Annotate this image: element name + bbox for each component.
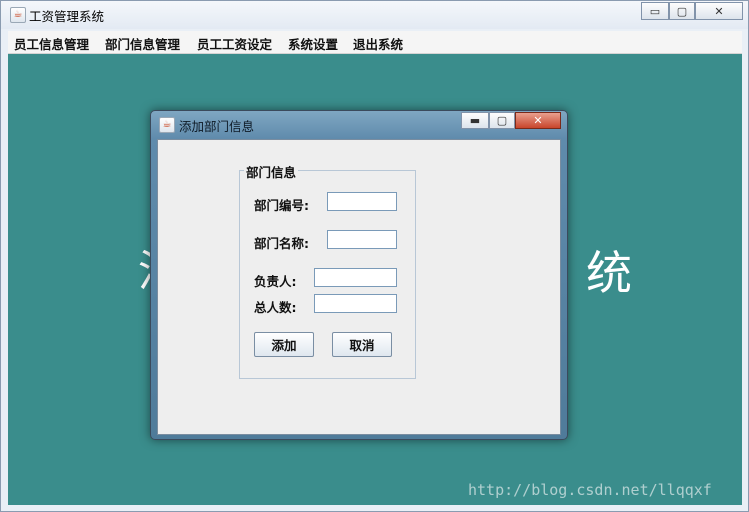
- close-icon: ✕: [533, 114, 543, 127]
- manager-input[interactable]: [314, 268, 397, 287]
- dialog-content: 部门信息 部门编号: 部门名称: 负责人: 总人数: 添加 取消: [157, 139, 561, 435]
- maximize-button[interactable]: ▢: [669, 2, 695, 20]
- java-icon: ☕: [10, 7, 26, 23]
- background-text-right: 统: [586, 246, 632, 300]
- minimize-button[interactable]: ▭: [641, 2, 669, 20]
- dialog-title: 添加部门信息: [179, 119, 255, 134]
- add-department-dialog: ☕ 添加部门信息 ▬ ▢ ✕ 部门信息 部门编号: 部门名称: 负责人: 总人数…: [150, 110, 568, 440]
- add-button[interactable]: 添加: [254, 332, 314, 357]
- menu-system-settings[interactable]: 系统设置: [288, 34, 338, 53]
- close-icon: ✕: [714, 5, 724, 18]
- close-button[interactable]: ✕: [695, 2, 743, 20]
- maximize-icon: ▢: [496, 114, 508, 127]
- menu-department-info[interactable]: 部门信息管理: [105, 34, 180, 53]
- menu-bar: 员工信息管理 部门信息管理 员工工资设定 系统设置 退出系统: [8, 31, 742, 54]
- window-title: 工资管理系统: [29, 9, 105, 24]
- java-icon: ☕: [159, 117, 175, 133]
- maximize-icon: ▢: [676, 5, 688, 18]
- headcount-label: 总人数:: [254, 300, 297, 315]
- department-info-group: 部门信息 部门编号: 部门名称: 负责人: 总人数: 添加 取消: [239, 162, 416, 379]
- menu-salary-setting[interactable]: 员工工资设定: [197, 34, 272, 53]
- menu-employee-info[interactable]: 员工信息管理: [14, 34, 89, 53]
- dialog-minimize-button[interactable]: ▬: [461, 112, 489, 129]
- dialog-maximize-button[interactable]: ▢: [489, 112, 515, 129]
- menu-exit-system[interactable]: 退出系统: [353, 34, 403, 53]
- dept-id-input[interactable]: [327, 192, 397, 211]
- dept-id-label: 部门编号:: [254, 198, 309, 213]
- manager-label: 负责人:: [254, 274, 297, 289]
- minimize-icon: ▬: [469, 114, 481, 127]
- group-title: 部门信息: [244, 162, 299, 181]
- dialog-close-button[interactable]: ✕: [515, 112, 561, 129]
- title-bar[interactable]: ☕ 工资管理系统 ▭ ▢ ✕: [1, 1, 748, 29]
- minimize-icon: ▭: [649, 5, 661, 18]
- dept-name-input[interactable]: [327, 230, 397, 249]
- dept-name-label: 部门名称:: [254, 236, 309, 251]
- cancel-button[interactable]: 取消: [332, 332, 392, 357]
- headcount-input[interactable]: [314, 294, 397, 313]
- watermark: http://blog.csdn.net/llqqxf: [468, 481, 712, 499]
